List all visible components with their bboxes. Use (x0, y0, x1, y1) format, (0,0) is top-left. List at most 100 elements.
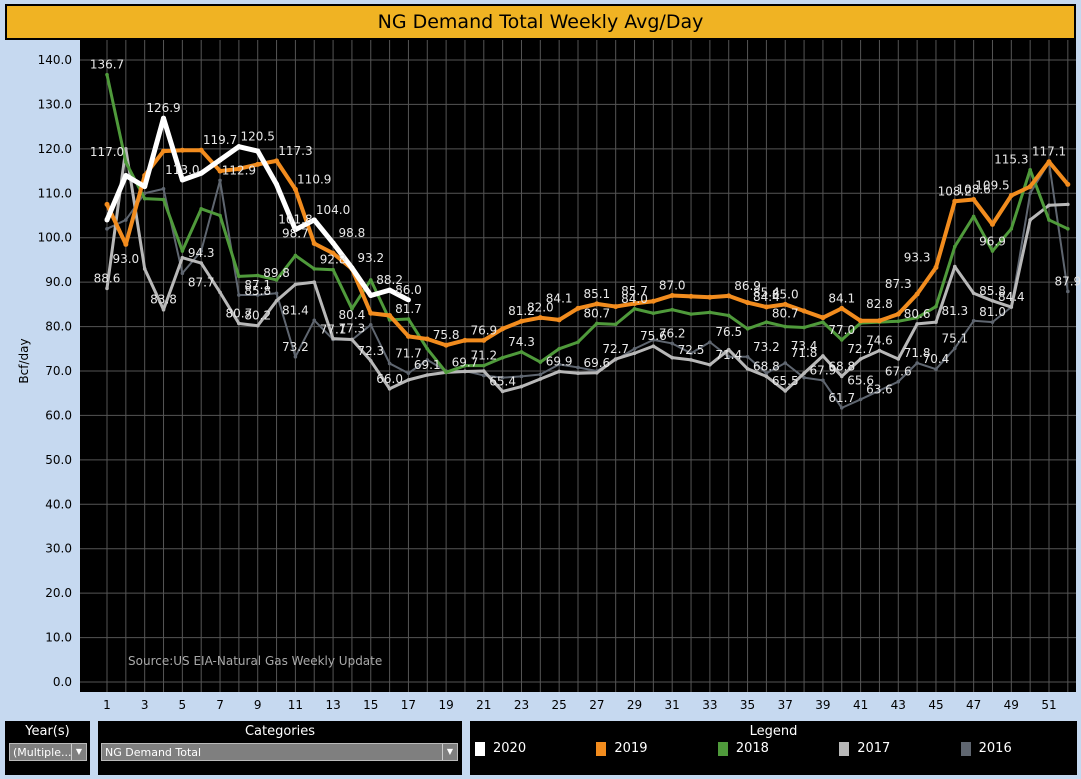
data-label: 113.0 (165, 163, 199, 177)
legend-item-2020[interactable]: 2020 (475, 741, 591, 756)
legend-title: Legend (749, 724, 798, 739)
y-tick-label: 110.0 (38, 186, 72, 200)
data-point-2019 (556, 317, 562, 323)
data-point-2018 (783, 324, 788, 329)
data-point-2020 (349, 265, 355, 271)
data-label: 72.3 (357, 344, 384, 358)
legend-label: 2017 (857, 741, 891, 756)
y-tick-label: 50.0 (45, 453, 72, 467)
data-point-2016 (839, 406, 844, 410)
data-point-2019 (292, 186, 298, 192)
data-point-2016 (632, 346, 637, 351)
data-point-2018 (670, 307, 674, 312)
data-point-2018 (557, 346, 561, 351)
data-label: 75.8 (433, 328, 460, 342)
legend-item-2018[interactable]: 2018 (717, 741, 834, 756)
data-point-2017 (689, 358, 693, 362)
data-point-2016 (858, 397, 863, 402)
data-point-2019 (274, 158, 280, 164)
data-point-2016 (821, 378, 825, 383)
data-label: 136.7 (90, 58, 124, 72)
data-point-2017 (613, 357, 618, 361)
data-label: 75.6 (640, 329, 667, 343)
y-tick-label: 140.0 (38, 53, 72, 67)
data-label: 67.6 (885, 365, 912, 379)
data-point-2020 (104, 217, 110, 223)
data-point-2020 (330, 240, 336, 246)
data-label: 84.0 (621, 292, 648, 306)
data-point-2017 (802, 371, 806, 376)
data-label: 68.8 (828, 359, 855, 373)
data-point-2018 (1028, 167, 1032, 172)
x-tick-label: 21 (476, 698, 491, 712)
data-label: 93.2 (357, 251, 384, 265)
data-point-2017 (387, 386, 392, 391)
x-tick-label: 29 (627, 698, 642, 712)
data-point-2016 (274, 291, 279, 296)
data-point-2017 (708, 362, 712, 367)
data-point-2019 (745, 300, 751, 306)
chevron-down-icon[interactable]: ▼ (442, 744, 457, 760)
data-point-2019 (575, 305, 581, 311)
years-filter-panel: Year(s) (Multiple... ▼ (5, 721, 90, 775)
categories-filter-panel: Categories NG Demand Total ▼ (98, 721, 462, 775)
x-tick-label: 19 (438, 698, 453, 712)
categories-dropdown[interactable]: NG Demand Total ▼ (101, 743, 458, 761)
data-label: 63.6 (866, 382, 893, 396)
data-point-2018 (218, 213, 222, 218)
data-point-2020 (387, 287, 393, 293)
data-point-2019 (104, 201, 110, 207)
legend-swatch (960, 741, 971, 756)
data-label: 65.5 (772, 374, 799, 388)
data-point-2017 (463, 369, 467, 374)
chevron-down-icon[interactable]: ▼ (71, 744, 86, 760)
data-point-2017 (180, 255, 185, 260)
data-point-2016 (708, 340, 712, 344)
data-point-2016 (971, 318, 976, 323)
data-point-2019 (989, 221, 995, 227)
data-point-2017 (538, 377, 543, 381)
data-label: 77.3 (339, 322, 366, 336)
data-point-2017 (274, 299, 279, 303)
data-point-2017 (915, 322, 919, 326)
legend-item-2016[interactable]: 2016 (960, 741, 1077, 756)
y-tick-label: 120.0 (38, 142, 72, 156)
legend-swatch (475, 741, 485, 756)
data-point-2018 (953, 244, 957, 249)
years-dropdown[interactable]: (Multiple... ▼ (9, 743, 87, 761)
data-point-2018 (745, 326, 750, 331)
x-tick-label: 31 (665, 698, 680, 712)
data-point-2017 (764, 374, 769, 379)
legend-swatch (839, 741, 850, 756)
y-tick-label: 60.0 (45, 408, 72, 422)
data-point-2018 (934, 304, 938, 309)
data-point-2016 (745, 354, 750, 359)
data-point-2018 (896, 319, 901, 324)
y-tick-label: 20.0 (45, 586, 72, 600)
data-point-2017 (1028, 218, 1032, 222)
data-label: 81.7 (395, 302, 422, 316)
data-point-2018 (500, 355, 505, 360)
data-point-2019 (688, 293, 694, 299)
data-label: 76.5 (715, 325, 742, 339)
y-tick-label: 0.0 (53, 675, 72, 689)
data-label: 74.3 (508, 335, 535, 349)
data-point-2020 (217, 157, 223, 163)
data-label: 85.1 (583, 287, 610, 301)
data-point-2019 (876, 318, 882, 324)
data-point-2019 (443, 342, 449, 348)
legend-items: 2020 2019 2018 2017 2016 (470, 741, 1077, 756)
data-label: 98.7 (282, 226, 309, 240)
data-point-2019 (424, 336, 430, 342)
data-point-2017 (331, 336, 335, 341)
categories-dropdown-value: NG Demand Total (105, 746, 202, 759)
legend-item-2019[interactable]: 2019 (596, 741, 712, 756)
data-point-2016 (406, 371, 411, 376)
legend-item-2017[interactable]: 2017 (839, 741, 955, 756)
x-tick-label: 9 (254, 698, 262, 712)
data-point-2017 (670, 355, 674, 360)
data-point-2017 (1009, 305, 1014, 309)
data-label: 84.1 (828, 291, 855, 305)
data-point-2018 (689, 312, 693, 316)
data-point-2018 (255, 273, 260, 278)
